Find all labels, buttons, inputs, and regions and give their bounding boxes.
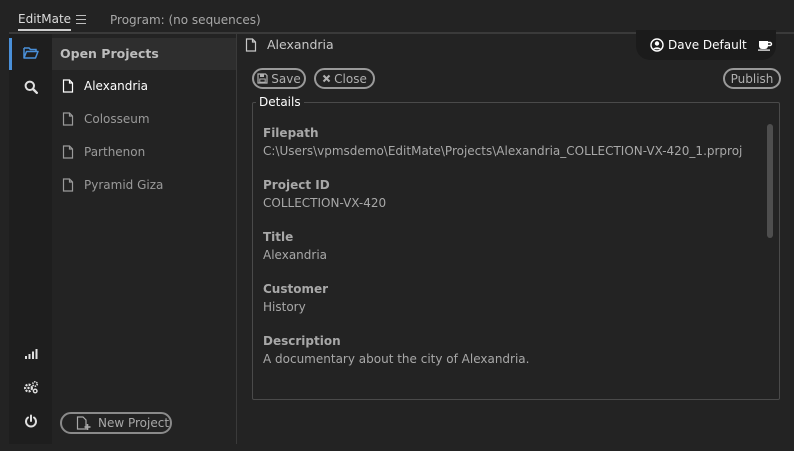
details-legend: Details: [256, 95, 304, 109]
project-item-alexandria[interactable]: Alexandria: [62, 76, 148, 96]
project-details-panel: Alexandria Dave Default Save Close Publi…: [237, 30, 794, 444]
hamburger-menu-icon[interactable]: [76, 15, 86, 25]
folder-open-icon[interactable]: [22, 44, 40, 62]
tab-editmate[interactable]: EditMate: [18, 12, 72, 32]
file-icon: [245, 37, 257, 52]
project-item-label: Alexandria: [84, 79, 149, 93]
filepath-label: Filepath: [263, 126, 319, 140]
close-icon: [322, 74, 331, 83]
title-value: Alexandria: [263, 248, 328, 262]
open-projects-title: Open Projects: [60, 46, 159, 61]
active-indicator: [9, 38, 12, 70]
description-label: Description: [263, 334, 341, 348]
customer-value: History: [263, 300, 306, 314]
project-id-label: Project ID: [263, 178, 330, 192]
tab-program[interactable]: Program: (no sequences): [110, 13, 261, 27]
project-item-colosseum[interactable]: Colosseum: [62, 109, 150, 129]
file-icon: [62, 79, 74, 93]
project-item-pyramid-giza[interactable]: Pyramid Giza: [62, 175, 163, 195]
coffee-cup-icon[interactable]: [757, 39, 773, 51]
search-icon[interactable]: [22, 78, 40, 96]
new-project-button[interactable]: New Project: [60, 412, 172, 434]
details-scrollbar[interactable]: [767, 124, 773, 238]
close-button[interactable]: Close: [314, 68, 375, 89]
top-tab-bar: EditMate Program: (no sequences): [0, 0, 794, 34]
icon-rail: [9, 34, 51, 444]
project-title-bar: Alexandria: [245, 37, 334, 52]
file-icon: [62, 178, 74, 192]
project-id-value: COLLECTION-VX-420: [263, 196, 387, 210]
close-label: Close: [334, 71, 367, 86]
publish-label: Publish: [730, 71, 774, 86]
signal-icon[interactable]: [22, 344, 40, 362]
customer-label: Customer: [263, 282, 329, 296]
file-icon: [62, 145, 74, 159]
save-button[interactable]: Save: [252, 68, 306, 89]
user-menu[interactable]: Dave Default: [636, 30, 776, 60]
save-icon: [257, 73, 268, 84]
project-item-label: Pyramid Giza: [84, 178, 164, 192]
save-label: Save: [271, 71, 301, 86]
filepath-value: C:\Users\vpmsdemo\EditMate\Projects\Alex…: [263, 144, 743, 158]
new-project-label: New Project: [98, 416, 170, 430]
project-title: Alexandria: [267, 37, 334, 52]
tab-editmate-label: EditMate: [18, 12, 72, 31]
new-file-icon: [76, 416, 91, 430]
user-name: Dave Default: [668, 38, 747, 52]
publish-button[interactable]: Publish: [723, 68, 781, 89]
user-icon: [650, 38, 664, 52]
title-label: Title: [263, 230, 294, 244]
file-icon: [62, 112, 74, 126]
project-item-label: Parthenon: [84, 145, 146, 159]
open-projects-panel: Open Projects Alexandria Colosseum Parth…: [52, 34, 236, 444]
power-icon[interactable]: [22, 412, 40, 430]
project-item-parthenon[interactable]: Parthenon: [62, 142, 145, 162]
project-item-label: Colosseum: [84, 112, 150, 126]
bottom-edge: [0, 444, 794, 451]
open-projects-header: Open Projects: [52, 38, 236, 70]
description-value: A documentary about the city of Alexandr…: [263, 352, 530, 366]
settings-icon[interactable]: [22, 378, 40, 396]
